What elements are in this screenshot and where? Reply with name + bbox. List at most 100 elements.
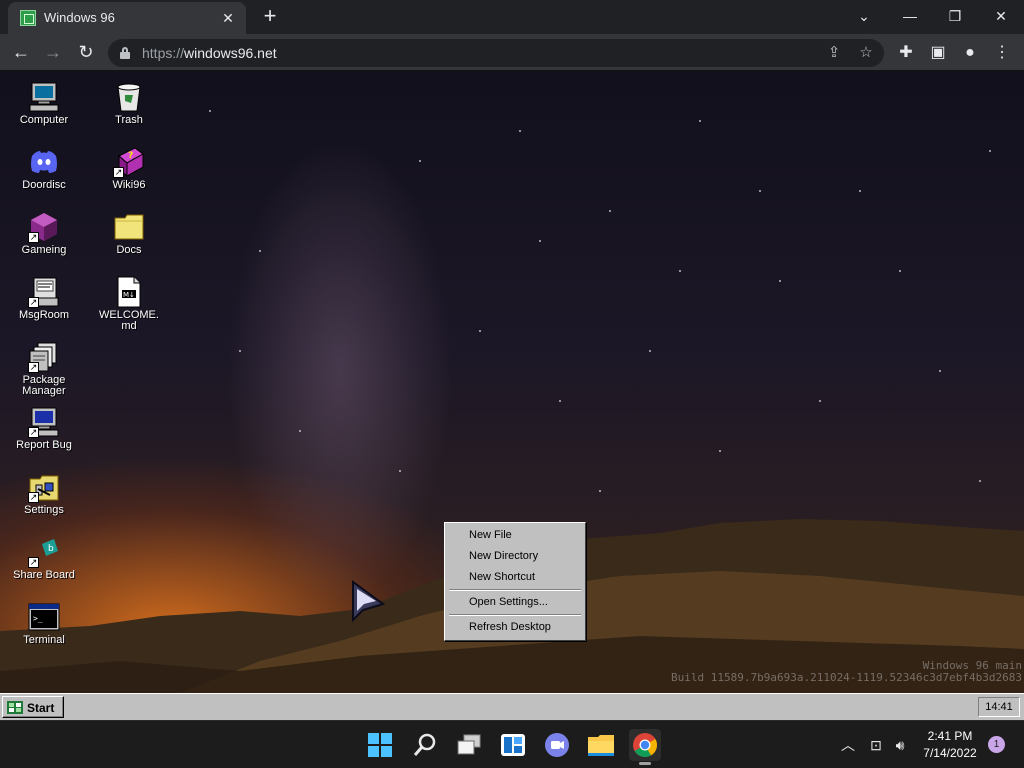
report-bug-icon: ↗: [28, 406, 60, 438]
desktop-icon-label: Share Board: [13, 569, 75, 581]
shortcut-arrow-icon: ↗: [28, 232, 39, 243]
share-board-icon: b ↗: [28, 536, 60, 568]
screen: Windows 96 ✕ + ⌄ — ❐ ✕ ← → ↻ https://win…: [0, 0, 1024, 768]
message-room-icon: ↗: [28, 276, 60, 308]
search-icon[interactable]: [409, 729, 441, 761]
desktop-icon-terminal[interactable]: >_ Terminal: [1, 601, 87, 646]
file-explorer-icon[interactable]: [585, 729, 617, 761]
desktop-icon-docs[interactable]: Docs: [86, 211, 172, 256]
reload-icon[interactable]: ↻: [73, 39, 99, 65]
system-time[interactable]: 2:41 PM: [918, 729, 982, 743]
desktop-icon-computer[interactable]: Computer: [1, 81, 87, 126]
new-tab-button[interactable]: +: [258, 5, 282, 29]
widgets-icon[interactable]: [497, 729, 529, 761]
computer-icon: [28, 81, 60, 113]
desktop-icon-label: Terminal: [23, 634, 65, 646]
desktop-icon-wiki96[interactable]: ? ↗ Wiki96: [86, 146, 172, 191]
build-watermark: Windows 96 main Build 11589.7b9a693a.211…: [671, 660, 1022, 684]
win96-taskbar: Start 14:41: [0, 693, 1024, 720]
desktop-icon-label: WELCOME.md: [99, 309, 159, 332]
desktop-icon-doordisc[interactable]: Doordisc: [1, 146, 87, 191]
browser-tab[interactable]: Windows 96 ✕: [8, 2, 246, 34]
mouse-cursor-icon: [352, 580, 386, 623]
desktop-icon-label: Gameing: [21, 244, 67, 256]
side-panel-icon[interactable]: ▣: [927, 42, 949, 64]
desktop-icon-report-bug[interactable]: ↗ Report Bug: [1, 406, 87, 451]
desktop-icon-msgroom[interactable]: ↗ MsgRoom: [1, 276, 87, 321]
game-cube-icon: ↗: [28, 211, 60, 243]
desktop-icon-share-board[interactable]: b ↗ Share Board: [1, 536, 87, 581]
star-icon[interactable]: ☆: [856, 43, 876, 63]
back-icon[interactable]: ←: [8, 39, 34, 65]
profile-icon[interactable]: ●: [959, 42, 981, 64]
svg-text:>_: >_: [33, 614, 43, 623]
chrome-icon[interactable]: [629, 729, 661, 765]
desktop-icon-label: Docs: [116, 244, 142, 256]
shortcut-arrow-icon: ↗: [28, 362, 39, 373]
desktop[interactable]: Computer Doordisc ↗ Gameing ↗ MsgRoom ↗ …: [0, 71, 1024, 693]
system-date[interactable]: 7/14/2022: [918, 746, 982, 760]
chevron-up-icon[interactable]: ︿: [838, 735, 858, 755]
menu-item-refresh-desktop[interactable]: Refresh Desktop: [447, 617, 583, 638]
menu-separator: [449, 614, 581, 616]
win96-logo-icon: [7, 701, 23, 714]
share-icon[interactable]: ⇪: [824, 43, 844, 63]
shortcut-arrow-icon: ↗: [113, 167, 124, 178]
menu-item-new-directory[interactable]: New Directory: [447, 546, 583, 567]
menu-icon[interactable]: ⋮: [991, 42, 1013, 64]
desktop-icon-package-manager[interactable]: ↗ Package Manager: [1, 341, 87, 397]
tab-close-icon[interactable]: ✕: [218, 8, 238, 28]
watermark-build: Build 11589.7b9a693a.211024-1119.52346c3…: [671, 671, 1022, 684]
tab-title: Windows 96: [44, 10, 115, 25]
menu-separator: [449, 589, 581, 591]
extensions-icon[interactable]: ✚: [895, 42, 917, 64]
markdown-file-icon: M↓: [113, 276, 145, 308]
url-text: https://windows96.net: [142, 45, 277, 61]
discord-icon: [28, 146, 60, 178]
desktop-icon-label: Doordisc: [22, 179, 66, 191]
menu-item-new-file[interactable]: New File: [447, 525, 583, 546]
menu-item-new-shortcut[interactable]: New Shortcut: [447, 567, 583, 588]
shortcut-arrow-icon: ↗: [28, 427, 39, 438]
teams-chat-icon[interactable]: [541, 729, 573, 761]
desktop-icon-label: Package Manager: [22, 374, 66, 397]
url-host: windows96.net: [184, 45, 277, 61]
windows96-favicon-icon: [20, 10, 36, 26]
win96-clock[interactable]: 14:41: [978, 697, 1020, 717]
address-bar[interactable]: https://windows96.net ⇪ ☆: [108, 39, 884, 67]
desktop-icon-trash[interactable]: Trash: [86, 81, 172, 126]
browser-toolbar: ← → ↻ https://windows96.net ⇪ ☆ ✚ ▣ ● ⋮: [0, 34, 1024, 71]
restore-button[interactable]: ❐: [941, 4, 969, 28]
start-button[interactable]: Start: [2, 696, 64, 718]
desktop-icon-label: Wiki96: [112, 179, 146, 191]
trash-icon: [113, 81, 145, 113]
desktop-icon-label: MsgRoom: [18, 309, 70, 321]
task-view-icon[interactable]: [453, 729, 485, 761]
start-label: Start: [27, 701, 55, 715]
shortcut-arrow-icon: ↗: [28, 492, 39, 503]
network-icon[interactable]: ⊡: [866, 735, 886, 755]
windows11-taskbar: ︿ ⊡ 🔊︎ 2:41 PM 7/14/2022 1: [0, 720, 1024, 768]
desktop-icon-label: Settings: [24, 504, 64, 516]
tab-search-icon[interactable]: ⌄: [850, 4, 878, 28]
browser-tab-strip: Windows 96 ✕ + ⌄ — ❐ ✕: [0, 0, 1024, 34]
terminal-icon: >_: [28, 601, 60, 633]
desktop-icon-welcome-md[interactable]: M↓ WELCOME.md: [86, 276, 172, 332]
volume-icon[interactable]: 🔊︎: [890, 735, 910, 755]
menu-item-open-settings[interactable]: Open Settings...: [447, 592, 583, 613]
svg-text:b: b: [48, 544, 54, 554]
forward-icon[interactable]: →: [40, 39, 66, 65]
desktop-icon-gameing[interactable]: ↗ Gameing: [1, 211, 87, 256]
desktop-icon-label: Trash: [115, 114, 143, 126]
windows-start-icon[interactable]: [364, 729, 396, 761]
notification-badge[interactable]: 1: [988, 736, 1005, 753]
lock-icon[interactable]: [120, 47, 130, 59]
minimize-button[interactable]: —: [896, 4, 924, 28]
svg-text:?: ?: [128, 151, 133, 161]
close-window-button[interactable]: ✕: [987, 4, 1015, 28]
settings-folder-icon: ↗: [28, 471, 60, 503]
desktop-context-menu: New File New Directory New Shortcut Open…: [444, 522, 586, 641]
folder-icon: [113, 211, 145, 243]
wiki-book-icon: ? ↗: [113, 146, 145, 178]
desktop-icon-settings[interactable]: ↗ Settings: [1, 471, 87, 516]
